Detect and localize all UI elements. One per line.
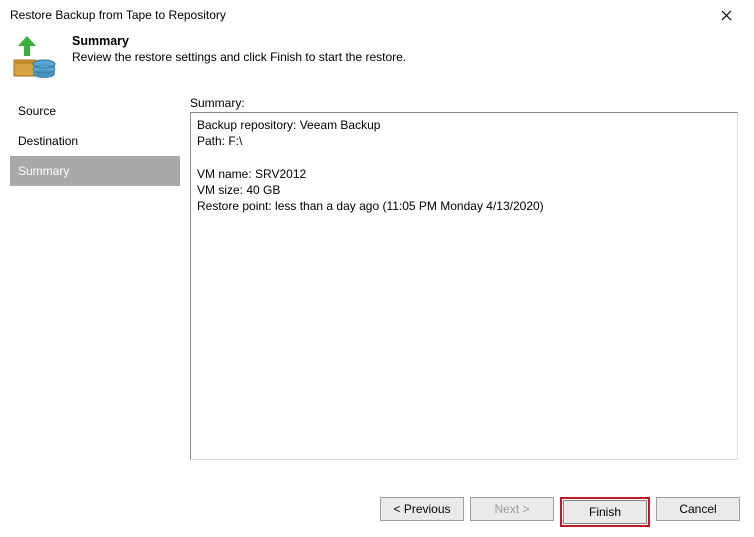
- main-content: Summary: Backup repository: Veeam Backup…: [190, 96, 744, 460]
- close-button[interactable]: [706, 1, 746, 29]
- title-bar: Restore Backup from Tape to Repository: [0, 0, 754, 30]
- summary-textbox: Backup repository: Veeam Backup Path: F:…: [190, 112, 738, 460]
- summary-label: Summary:: [190, 96, 744, 110]
- window-title: Restore Backup from Tape to Repository: [10, 8, 706, 22]
- sidebar-item-source[interactable]: Source: [10, 96, 180, 126]
- page-subtext: Review the restore settings and click Fi…: [72, 50, 406, 64]
- finish-button-highlight: Finish: [560, 497, 650, 527]
- next-button: Next >: [470, 497, 554, 521]
- wizard-steps-sidebar: Source Destination Summary: [10, 96, 180, 460]
- restore-from-tape-icon: [10, 34, 58, 82]
- sidebar-item-summary[interactable]: Summary: [10, 156, 180, 186]
- wizard-header: Summary Review the restore settings and …: [0, 30, 754, 96]
- previous-button[interactable]: < Previous: [380, 497, 464, 521]
- close-icon: [721, 10, 732, 21]
- finish-button[interactable]: Finish: [563, 500, 647, 524]
- wizard-footer: < Previous Next > Finish Cancel: [380, 497, 740, 527]
- page-heading: Summary: [72, 34, 406, 48]
- header-text: Summary Review the restore settings and …: [72, 34, 406, 64]
- sidebar-item-destination[interactable]: Destination: [10, 126, 180, 156]
- cancel-button[interactable]: Cancel: [656, 497, 740, 521]
